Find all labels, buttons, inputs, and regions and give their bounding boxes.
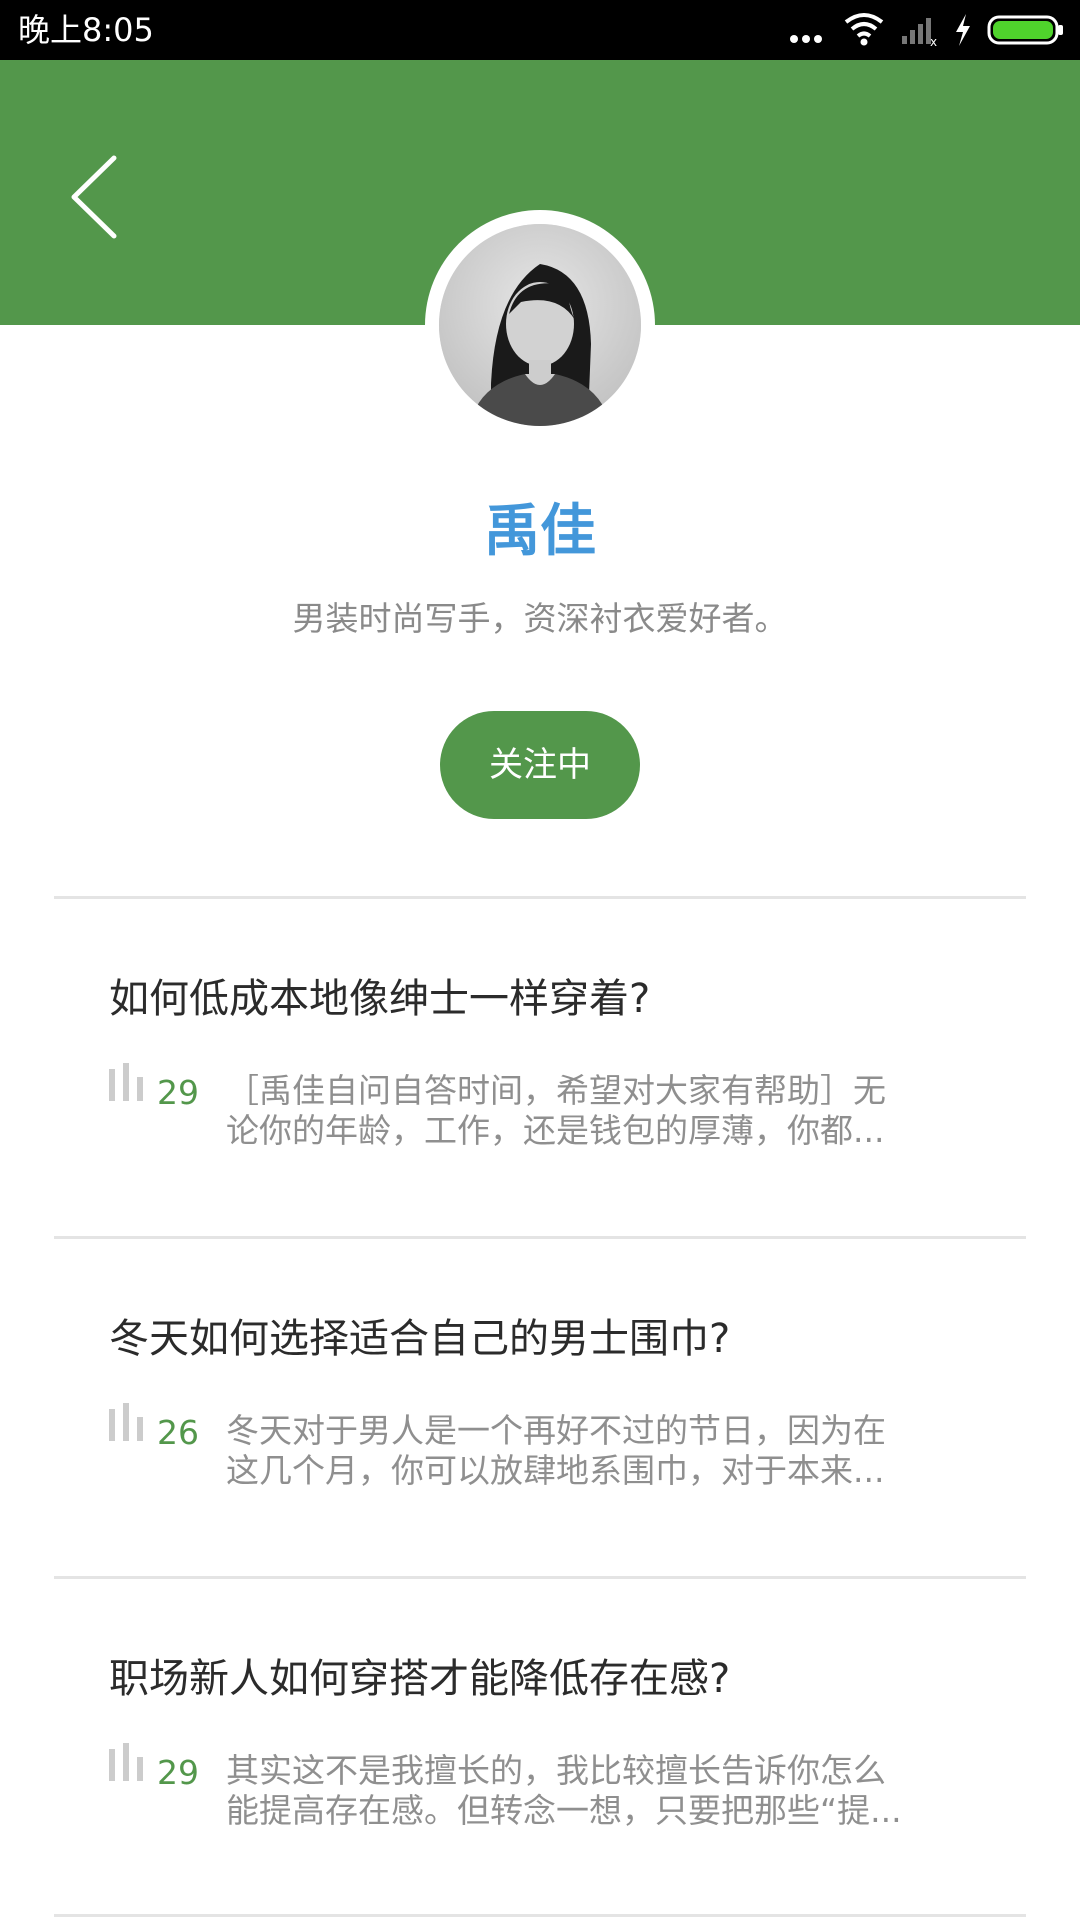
wifi-icon (844, 13, 884, 46)
avatar-photo (439, 224, 641, 426)
article-excerpt-line: 这几个月，你可以放肆地系围巾，对于本来... (226, 1451, 885, 1490)
article-item[interactable]: 职场新人如何穿搭才能降低存在感? 29 其实这不是我擅长的，我比较擅长告诉你怎么… (54, 1579, 1026, 1915)
article-excerpt: 其实这不是我擅长的，我比较擅长告诉你怎么 能提高存在感。但转念一想，只要把那些“… (226, 1751, 1006, 1831)
author-name: 禹佳 (484, 499, 596, 564)
signal-icon: x (902, 18, 937, 49)
status-bar: 晚上8:05 x (0, 0, 1080, 60)
article-count: 26 (157, 1413, 199, 1452)
back-chevron-icon (71, 155, 117, 239)
article-excerpt-line: 冬天对于男人是一个再好不过的节日，因为在 (226, 1411, 886, 1450)
article-title: 如何低成本地像绅士一样穿着? (109, 976, 651, 1022)
back-button[interactable] (60, 150, 140, 240)
follow-button[interactable]: 关注中 (440, 711, 640, 819)
article-excerpt-line: 其实这不是我擅长的，我比较擅长告诉你怎么 (226, 1751, 886, 1790)
avatar[interactable] (439, 224, 641, 426)
article-count: 29 (157, 1753, 199, 1792)
article-excerpt: ［禹佳自问自答时间，希望对大家有帮助］无 论你的年龄，工作，还是钱包的厚薄，你都… (226, 1071, 1006, 1151)
article-excerpt-line: 能提高存在感。但转念一想，只要把那些“提... (226, 1791, 902, 1830)
article-count: 29 (157, 1073, 199, 1112)
stats-icon (109, 1063, 143, 1101)
stats-icon (109, 1403, 143, 1441)
battery-icon (987, 15, 1063, 45)
divider (54, 1914, 1026, 1917)
stats-icon (109, 1743, 143, 1781)
article-item[interactable]: 冬天如何选择适合自己的男士围巾? 26 冬天对于男人是一个再好不过的节日，因为在… (54, 1239, 1026, 1575)
svg-text:x: x (930, 35, 937, 49)
article-title: 职场新人如何穿搭才能降低存在感? (109, 1656, 731, 1702)
author-bio: 男装时尚写手，资深衬衣爱好者。 (292, 599, 788, 638)
article-excerpt: 冬天对于男人是一个再好不过的节日，因为在 这几个月，你可以放肆地系围巾，对于本来… (226, 1411, 1006, 1491)
article-excerpt-line: ［禹佳自问自答时间，希望对大家有帮助］无 (226, 1071, 886, 1110)
more-dots-icon (790, 35, 822, 43)
status-time: 晚上8:05 (18, 11, 154, 49)
article-excerpt-line: 论你的年龄，工作，还是钱包的厚薄，你都... (226, 1111, 885, 1150)
article-title: 冬天如何选择适合自己的男士围巾? (109, 1316, 731, 1362)
charging-icon (956, 14, 970, 46)
article-item[interactable]: 如何低成本地像绅士一样穿着? 29 ［禹佳自问自答时间，希望对大家有帮助］无 论… (54, 899, 1026, 1235)
